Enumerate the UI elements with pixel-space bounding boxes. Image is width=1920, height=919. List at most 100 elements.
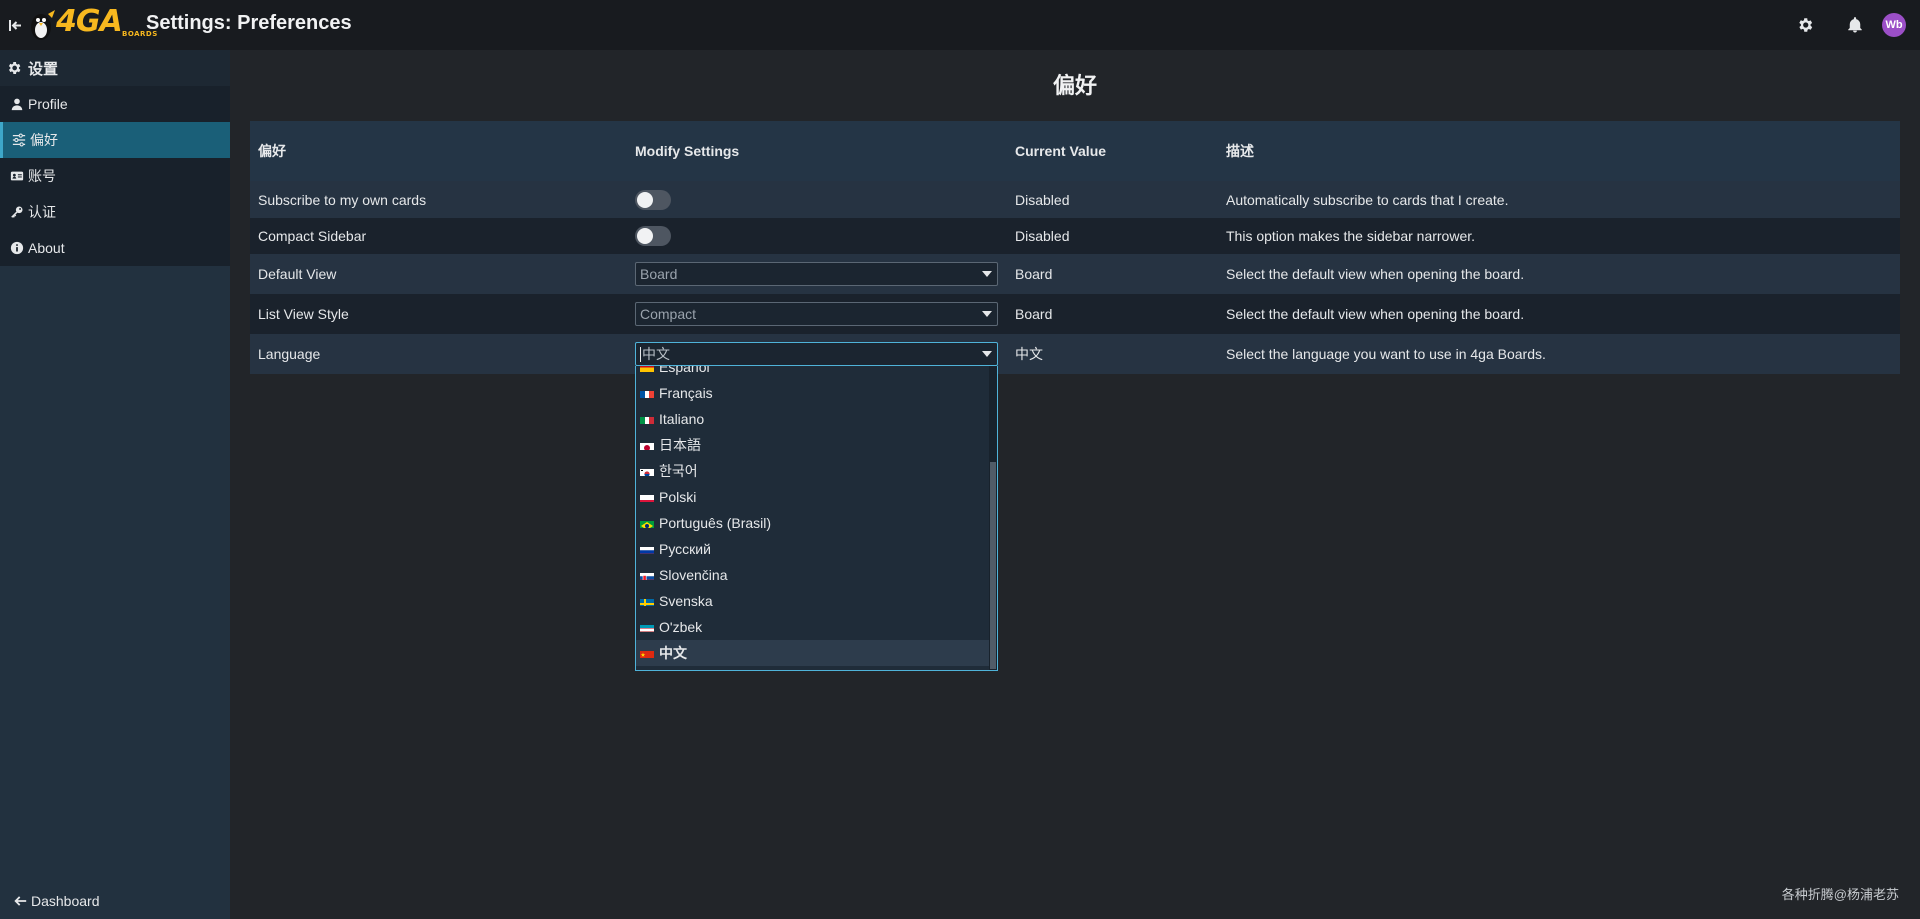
compact-sidebar-toggle[interactable] bbox=[635, 226, 671, 246]
sidebar-item-profile[interactable]: Profile bbox=[0, 86, 230, 122]
language-option-br[interactable]: Português (Brasil) bbox=[636, 510, 990, 536]
france-flag-icon bbox=[640, 388, 654, 398]
column-header: Current Value bbox=[1015, 143, 1107, 159]
watermark-text: 各种折腾@杨浦老苏 bbox=[1781, 887, 1899, 902]
language-dropdown[interactable]: Español Français Italiano 日本語 한국어 Polski… bbox=[635, 366, 998, 671]
dashboard-link[interactable]: Dashboard bbox=[0, 891, 100, 911]
sidebar-item-label: 认证 bbox=[28, 204, 56, 220]
subscribe-own-cards-toggle[interactable] bbox=[635, 189, 671, 210]
sidebar-menu: Profile 偏好 账号 认证 About bbox=[0, 86, 230, 266]
language-option-se[interactable]: Svenska bbox=[636, 588, 990, 614]
gear-icon bbox=[8, 62, 21, 74]
setting-name: Compact Sidebar bbox=[258, 228, 367, 244]
table-row: List View Style Compact Board Select the… bbox=[250, 294, 1900, 334]
japan-flag-icon bbox=[640, 440, 654, 450]
option-label: Svenska bbox=[659, 593, 713, 609]
current-value: Disabled bbox=[1015, 191, 1070, 208]
select-value: 中文 bbox=[642, 346, 670, 362]
sidebar-title: 设置 bbox=[28, 59, 59, 78]
user-avatar[interactable]: Wb bbox=[1882, 13, 1906, 37]
option-label: 中文 bbox=[659, 645, 687, 661]
language-option-fr[interactable]: Français bbox=[636, 380, 990, 406]
settings-sidebar: 设置 Profile 偏好 账号 认证 About Dashboard bbox=[0, 50, 230, 919]
page-title: 偏好 bbox=[1052, 74, 1097, 99]
sweden-flag-icon bbox=[640, 596, 654, 606]
table-row: Language 中文 中文 Select the language you w… bbox=[250, 334, 1900, 374]
language-option-es[interactable]: Español bbox=[636, 366, 990, 380]
sidebar-item-account[interactable]: 账号 bbox=[0, 158, 230, 194]
user-icon bbox=[11, 98, 23, 111]
language-option-kr[interactable]: 한국어 bbox=[636, 458, 990, 484]
option-label: 한국어 bbox=[659, 463, 698, 479]
sliders-icon bbox=[12, 133, 26, 147]
dashboard-label: Dashboard bbox=[31, 893, 100, 909]
current-value: Board bbox=[1015, 306, 1053, 322]
setting-name: List View Style bbox=[258, 306, 349, 322]
italy-flag-icon bbox=[640, 414, 654, 424]
penguin-logo-icon bbox=[31, 10, 55, 40]
key-icon bbox=[11, 206, 23, 218]
table-row: Compact Sidebar Disabled This option mak… bbox=[250, 218, 1900, 254]
poland-flag-icon bbox=[640, 492, 654, 502]
collapse-sidebar-icon[interactable] bbox=[4, 0, 26, 50]
language-select[interactable]: 中文 bbox=[635, 342, 998, 366]
option-label: O'zbek bbox=[659, 619, 703, 635]
default-view-select[interactable]: Board bbox=[635, 262, 998, 286]
language-option-pl[interactable]: Polski bbox=[636, 484, 990, 510]
sidebar-item-label: About bbox=[28, 240, 65, 256]
spain-flag-icon bbox=[640, 366, 654, 372]
russia-flag-icon bbox=[640, 544, 654, 554]
info-icon bbox=[10, 241, 24, 255]
option-label: Français bbox=[659, 385, 713, 401]
dropdown-scrollbar[interactable] bbox=[989, 366, 997, 670]
gear-icon bbox=[1799, 18, 1813, 32]
table-header: 偏好 Modify Settings Current Value 描述 bbox=[250, 121, 1900, 181]
top-bar: 4GA BOARDS Settings: Preferences Wb bbox=[0, 0, 1920, 50]
korea-flag-icon bbox=[640, 466, 654, 476]
sidebar-item-about[interactable]: About bbox=[0, 230, 230, 266]
option-label: Italiano bbox=[659, 411, 705, 427]
uzbekistan-flag-icon bbox=[640, 622, 654, 632]
select-value: Board bbox=[640, 266, 678, 282]
language-option-it[interactable]: Italiano bbox=[636, 406, 990, 432]
option-label: Русский bbox=[659, 541, 711, 557]
setting-description: Select the default view when opening the… bbox=[1226, 306, 1525, 322]
caret-down-icon bbox=[982, 271, 992, 277]
arrow-left-icon bbox=[14, 896, 27, 906]
sidebar-item-label: 偏好 bbox=[30, 132, 58, 148]
sidebar-header: 设置 bbox=[0, 50, 230, 86]
scrollbar-thumb[interactable] bbox=[990, 462, 996, 669]
china-flag-icon bbox=[640, 648, 654, 658]
language-option-jp[interactable]: 日本語 bbox=[636, 432, 990, 458]
caret-down-icon bbox=[982, 351, 992, 357]
table-row: Default View Board Board Select the defa… bbox=[250, 254, 1900, 294]
id-card-icon bbox=[10, 171, 24, 181]
setting-description: This option makes the sidebar narrower. bbox=[1226, 228, 1476, 244]
notifications-button[interactable] bbox=[1830, 0, 1880, 50]
brazil-flag-icon bbox=[640, 518, 654, 528]
setting-name: Language bbox=[258, 346, 321, 362]
column-header: 偏好 bbox=[258, 143, 286, 159]
setting-description: Select the default view when opening the… bbox=[1226, 266, 1525, 282]
preferences-table: 偏好 Modify Settings Current Value 描述 Subs… bbox=[250, 121, 1900, 374]
current-value: Disabled bbox=[1015, 228, 1070, 244]
app-logo[interactable]: 4GA BOARDS bbox=[26, 0, 157, 50]
sidebar-item-preferences[interactable]: 偏好 bbox=[0, 122, 230, 158]
language-option-sk[interactable]: Slovenčina bbox=[636, 562, 990, 588]
language-option-ru[interactable]: Русский bbox=[636, 536, 990, 562]
option-label: Polski bbox=[659, 489, 697, 505]
text-cursor bbox=[640, 346, 641, 362]
setting-name: Subscribe to my own cards bbox=[258, 191, 427, 208]
sidebar-item-label: 账号 bbox=[28, 168, 56, 184]
logo-text: 4GA bbox=[56, 4, 123, 39]
option-label: Slovenčina bbox=[659, 567, 728, 583]
language-option-cn[interactable]: 中文 bbox=[636, 640, 990, 666]
settings-button[interactable] bbox=[1780, 0, 1830, 50]
setting-description: Select the language you want to use in 4… bbox=[1226, 346, 1546, 362]
setting-description: Automatically subscribe to cards that I … bbox=[1226, 191, 1509, 208]
language-option-uz[interactable]: O'zbek bbox=[636, 614, 990, 640]
column-header: 描述 bbox=[1226, 143, 1254, 159]
column-header: Modify Settings bbox=[635, 143, 740, 159]
list-view-style-select[interactable]: Compact bbox=[635, 302, 998, 326]
sidebar-item-authentication[interactable]: 认证 bbox=[0, 194, 230, 230]
